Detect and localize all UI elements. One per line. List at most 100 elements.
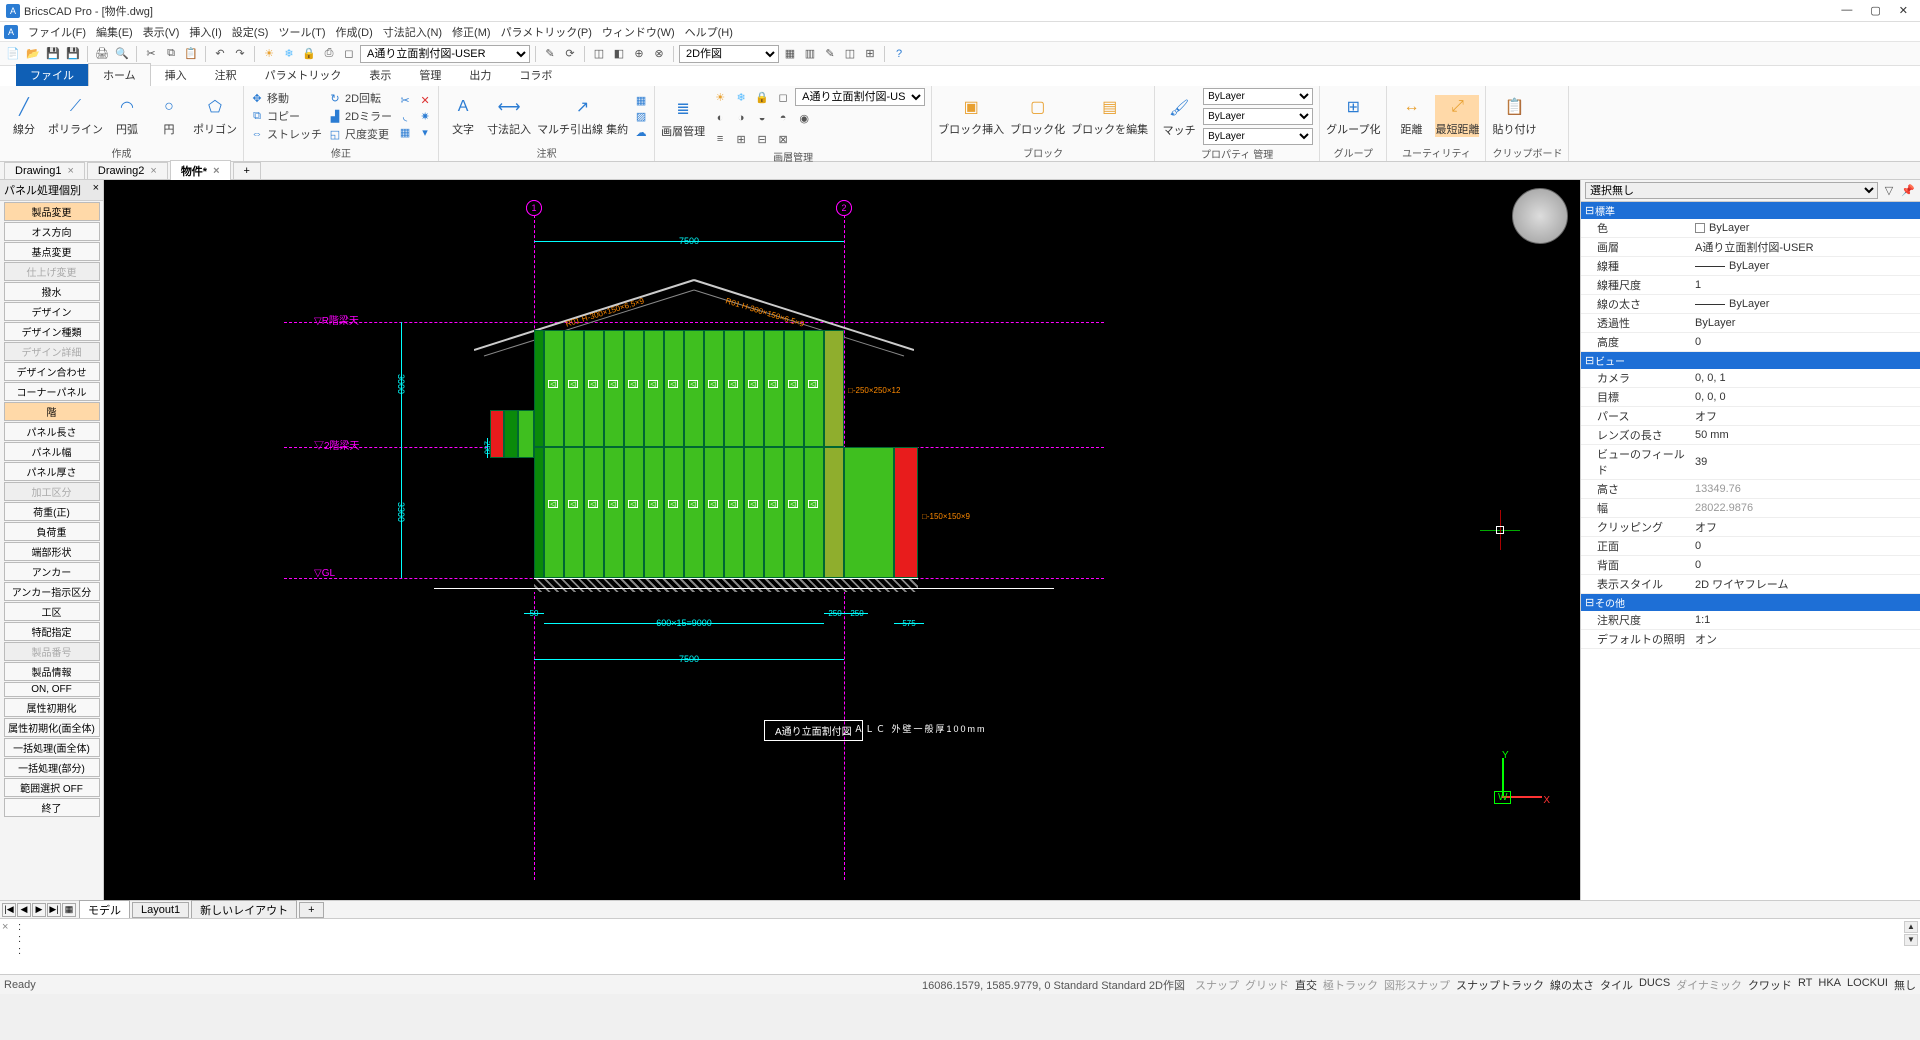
layer-icon[interactable]: ❄ xyxy=(732,88,750,106)
maximize-button[interactable]: ▢ xyxy=(1870,4,1880,17)
layer-icon[interactable]: 🔒 xyxy=(753,88,771,106)
tool-erase[interactable]: ✕ xyxy=(418,93,432,107)
layer-icon[interactable]: ☀ xyxy=(260,45,278,63)
property-category[interactable]: ⊟ビュー xyxy=(1581,352,1920,369)
layer-plot-icon[interactable]: ⎙ xyxy=(320,45,338,63)
close-icon[interactable]: × xyxy=(93,182,99,198)
ribbon-tab-annot[interactable]: 注釈 xyxy=(201,64,251,86)
status-toggle[interactable]: 直交 xyxy=(1295,977,1317,993)
property-row[interactable]: 注釈尺度1:1 xyxy=(1581,611,1920,630)
status-toggle[interactable]: HKA xyxy=(1818,977,1841,993)
doc-tab-add[interactable]: + xyxy=(233,162,261,179)
close-icon[interactable]: × xyxy=(2,921,8,933)
property-row[interactable]: 線の太さByLayer xyxy=(1581,295,1920,314)
property-row[interactable]: カメラ0, 0, 1 xyxy=(1581,369,1920,388)
menu-draw[interactable]: 作成(D) xyxy=(336,24,373,40)
menu-help[interactable]: ヘルプ(H) xyxy=(685,24,733,40)
preview-icon[interactable]: 🔍 xyxy=(113,45,131,63)
ribbon-tab-param[interactable]: パラメトリック xyxy=(251,64,356,86)
ribbon-tab-insert[interactable]: 挿入 xyxy=(151,64,201,86)
cut-icon[interactable]: ✂ xyxy=(142,45,160,63)
menu-file[interactable]: ファイル(F) xyxy=(28,24,86,40)
side-button[interactable]: 撥水 xyxy=(4,282,100,301)
side-button[interactable]: アンカー指示区分 xyxy=(4,582,100,601)
layer-tool-icon[interactable]: ≡ xyxy=(711,130,729,148)
tool-scale[interactable]: ◱尺度変更 xyxy=(328,126,392,142)
status-toggle[interactable]: LOCKUI xyxy=(1847,977,1888,993)
layout-tab[interactable]: Layout1 xyxy=(132,902,189,918)
side-button[interactable]: 製品変更 xyxy=(4,202,100,221)
tool-icon[interactable]: ▥ xyxy=(801,45,819,63)
nav-first[interactable]: |◀ xyxy=(2,903,16,917)
tool-stretch[interactable]: ⇔ストレッチ xyxy=(250,126,322,142)
tool-move[interactable]: ✥移動 xyxy=(250,90,322,106)
layer-select[interactable]: A通り立面割付図-USER xyxy=(360,45,530,63)
side-button[interactable]: 一括処理(面全体) xyxy=(4,738,100,757)
view-cube[interactable] xyxy=(1512,188,1568,244)
layer-tool-icon[interactable]: ◐ xyxy=(711,109,729,127)
side-button[interactable]: 階 xyxy=(4,402,100,421)
property-row[interactable]: 線種尺度1 xyxy=(1581,276,1920,295)
doc-tab-active[interactable]: 物件*× xyxy=(170,160,231,181)
tool-array[interactable]: ▦ xyxy=(398,125,412,139)
color-select[interactable]: ByLayer xyxy=(1203,88,1313,105)
tool-paste[interactable]: 📋貼り付け xyxy=(1492,95,1536,137)
side-button[interactable]: 負荷重 xyxy=(4,522,100,541)
linetype-select[interactable]: ByLayer xyxy=(1203,108,1313,125)
tool-arc[interactable]: ◠円弧 xyxy=(109,95,145,137)
nav-prev[interactable]: ◀ xyxy=(17,903,31,917)
menu-parametric[interactable]: パラメトリック(P) xyxy=(501,24,592,40)
menu-window[interactable]: ウィンドウ(W) xyxy=(602,24,675,40)
property-row[interactable]: 幅28022.9876 xyxy=(1581,499,1920,518)
layer-color-icon[interactable]: ◻ xyxy=(340,45,358,63)
status-toggle[interactable]: スナップ xyxy=(1195,977,1239,993)
tool-distance[interactable]: ↔距離 xyxy=(1393,95,1429,137)
open-icon[interactable]: 📂 xyxy=(24,45,42,63)
side-button[interactable]: オス方向 xyxy=(4,222,100,241)
layer-tool-icon[interactable]: ◓ xyxy=(774,109,792,127)
status-toggle[interactable]: DUCS xyxy=(1639,977,1670,993)
side-button[interactable]: 特配指定 xyxy=(4,622,100,641)
paste-icon[interactable]: 📋 xyxy=(182,45,200,63)
layer-select-ribbon[interactable]: A通り立面割付図-USER xyxy=(795,88,925,106)
ribbon-tab-file[interactable]: ファイル xyxy=(16,64,88,86)
side-button[interactable]: 製品情報 xyxy=(4,662,100,681)
side-button[interactable]: 基点変更 xyxy=(4,242,100,261)
selection-filter[interactable]: 選択無し xyxy=(1585,182,1878,199)
layer-lock-icon[interactable]: 🔒 xyxy=(300,45,318,63)
property-grid[interactable]: ⊟標準色ByLayer画層A通り立面割付図-USER線種ByLayer線種尺度1… xyxy=(1581,202,1920,900)
side-button[interactable]: 属性初期化 xyxy=(4,698,100,717)
menu-settings[interactable]: 設定(S) xyxy=(232,24,269,40)
property-row[interactable]: 高さ13349.76 xyxy=(1581,480,1920,499)
tool-trim[interactable]: ✂ xyxy=(398,93,412,107)
ribbon-tab-manage[interactable]: 管理 xyxy=(405,64,455,86)
side-button[interactable]: パネル厚さ xyxy=(4,462,100,481)
view-select[interactable]: 2D作図 xyxy=(679,45,779,63)
tool-layer-manager[interactable]: ≣画層管理 xyxy=(661,97,705,139)
side-button[interactable]: 一括処理(部分) xyxy=(4,758,100,777)
property-row[interactable]: 色ByLayer xyxy=(1581,219,1920,238)
close-icon[interactable]: × xyxy=(150,165,156,177)
property-row[interactable]: ビューのフィールド39 xyxy=(1581,445,1920,480)
property-row[interactable]: パースオフ xyxy=(1581,407,1920,426)
tool-icon[interactable]: ✎ xyxy=(821,45,839,63)
status-toggle[interactable]: タイル xyxy=(1600,977,1633,993)
menu-dimension[interactable]: 寸法記入(N) xyxy=(383,24,442,40)
nav-last[interactable]: ▶| xyxy=(47,903,61,917)
property-row[interactable]: レンズの長さ50 mm xyxy=(1581,426,1920,445)
property-row[interactable]: 背面0 xyxy=(1581,556,1920,575)
layer-tool-icon[interactable]: ⊠ xyxy=(774,130,792,148)
close-button[interactable]: ✕ xyxy=(1899,4,1908,17)
new-icon[interactable]: 📄 xyxy=(4,45,22,63)
tool-cloud[interactable]: ☁ xyxy=(634,125,648,139)
layer-icon[interactable]: ◻ xyxy=(774,88,792,106)
property-row[interactable]: 透過性ByLayer xyxy=(1581,314,1920,333)
layer-tool-icon[interactable]: ⊟ xyxy=(753,130,771,148)
layer-icon[interactable]: ☀ xyxy=(711,88,729,106)
ribbon-tab-output[interactable]: 出力 xyxy=(455,64,505,86)
tool-more[interactable]: ▾ xyxy=(418,125,432,139)
tool-icon[interactable]: ▦ xyxy=(781,45,799,63)
tool-mindist[interactable]: ⤢最短距離 xyxy=(1435,95,1479,137)
side-button[interactable]: 荷重(正) xyxy=(4,502,100,521)
lineweight-select[interactable]: ByLayer xyxy=(1203,128,1313,145)
